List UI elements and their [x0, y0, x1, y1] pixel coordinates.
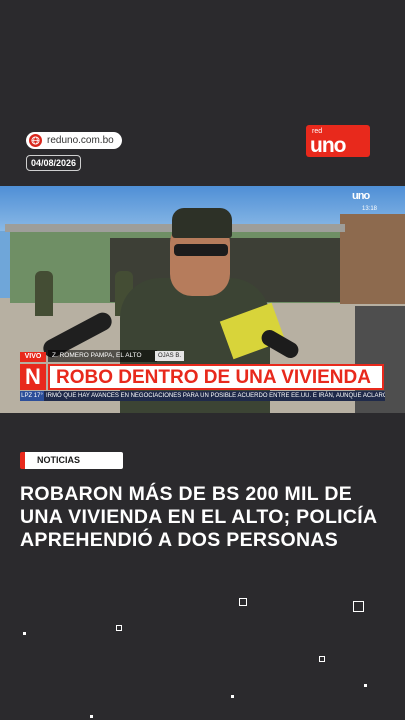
broadcast-time: 13:18 — [362, 206, 378, 212]
brand-logo: red uno — [306, 125, 370, 157]
decor-square — [353, 601, 364, 612]
ticker-tag: LPZ 17° — [20, 391, 44, 401]
category-label: NOTICIAS — [37, 455, 81, 465]
date-label: 04/08/2026 — [26, 155, 82, 171]
decor-dot — [231, 695, 234, 698]
broadcast-headline: ROBO DENTRO DE UNA VIVIENDA — [56, 367, 371, 388]
globe-icon — [29, 134, 42, 147]
decor-square — [116, 625, 122, 631]
location-extra: OJAS B. — [155, 351, 185, 361]
officer-cap — [172, 208, 232, 238]
article-title: ROBARON MÁS DE BS 200 MIL DE UNA VIVIEND… — [20, 483, 377, 551]
location-label: Z. ROMERO PAMPA, EL ALTO — [48, 350, 157, 362]
live-badge: VIVO — [20, 352, 46, 362]
channel-logo: uno — [352, 190, 370, 202]
source-pill[interactable]: reduno.com.bo — [26, 132, 122, 149]
decor-square — [319, 656, 325, 662]
headline-box: ROBO DENTRO DE UNA VIVIENDA — [48, 364, 384, 390]
lower-third: VIVO Z. ROMERO PAMPA, EL ALTO OJAS B. N … — [0, 350, 405, 413]
source-url: reduno.com.bo — [47, 135, 114, 146]
category-badge[interactable]: NOTICIAS — [20, 452, 123, 469]
scene-building-right — [340, 214, 405, 304]
channel-letter-logo: N — [20, 364, 46, 390]
scene-person — [35, 271, 53, 316]
decor-dot — [90, 715, 93, 718]
ticker-text: IRMÓ QUE HAY AVANCES EN NEGOCIACIONES PA… — [46, 393, 385, 399]
decor-square — [239, 598, 247, 606]
news-ticker: LPZ 17° IRMÓ QUE HAY AVANCES EN NEGOCIAC… — [20, 391, 385, 401]
brand-logo-name: uno — [310, 134, 346, 157]
decor-dot — [23, 632, 26, 635]
top-bar — [0, 0, 405, 120]
decor-dot — [364, 684, 367, 687]
officer-glasses — [174, 244, 228, 256]
